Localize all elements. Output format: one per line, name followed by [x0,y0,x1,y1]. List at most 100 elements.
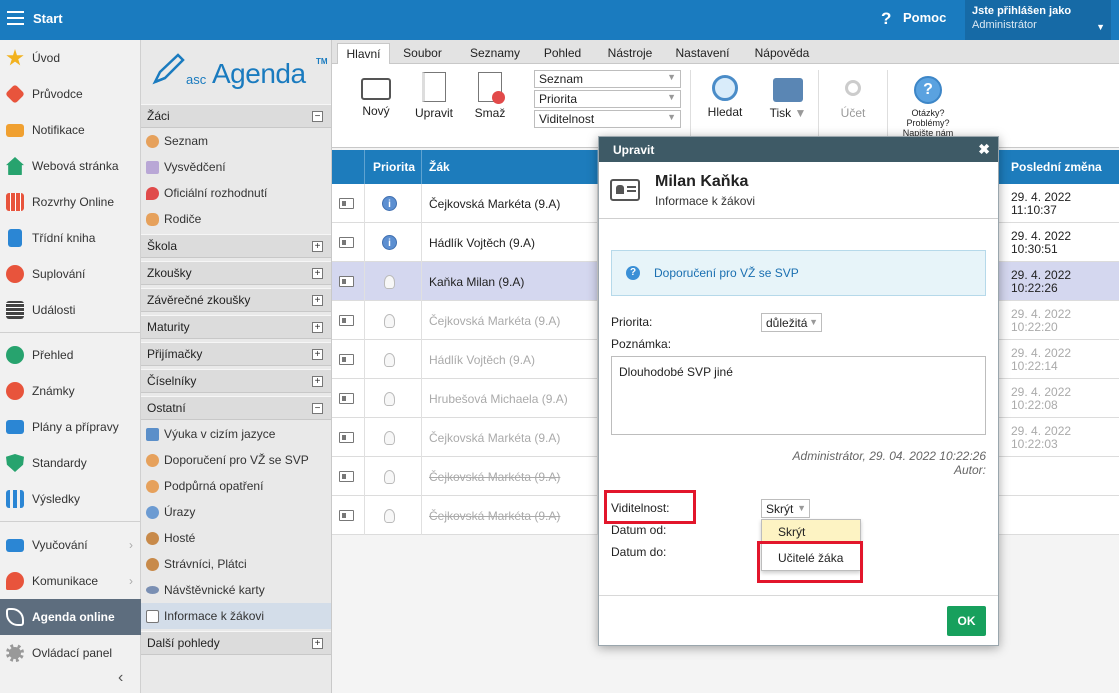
edit-button[interactable]: Upravit [411,72,457,120]
priority-select[interactable]: důležitá ▼ [761,313,822,332]
nav-item-suplovani[interactable]: Suplování [0,256,141,292]
search-button[interactable]: Hledat [704,72,746,119]
question-icon[interactable]: ? [881,9,891,29]
tree-item-doporuceni[interactable]: Doporučení pro VŽ se SVP [141,447,331,473]
nav-item-standardy[interactable]: Standardy [0,445,141,481]
tree-item-vyuka-cizi-jazyk[interactable]: Výuka v cizím jazyce [141,421,331,447]
nav-item-plany[interactable]: Plány a přípravy [0,409,141,445]
chevron-down-icon[interactable]: ▼ [795,106,807,120]
tree-item-informace-k-zakovi[interactable]: Informace k žákovi [141,603,331,629]
shield-icon [6,454,24,472]
student-name: Čejkovská Markéta (9.A) [429,469,561,484]
tree-item-podpurna-opatreni[interactable]: Podpůrná opatření [141,473,331,499]
last-change-cell [1001,496,1119,535]
nav-item-prehled[interactable]: Přehled [0,337,141,373]
tree-item-hoste[interactable]: Hosté [141,525,331,551]
tree-item-urazy[interactable]: Úrazy [141,499,331,525]
ribbon-separator [818,70,819,140]
lightbulb-icon [384,313,395,328]
expand-icon[interactable]: + [312,295,323,306]
tree-section-skola[interactable]: Škola + [141,234,331,258]
nav-label: Ovládací panel [32,646,113,660]
nav-label: Výsledky [32,492,81,506]
expand-icon[interactable]: + [312,638,323,649]
dialog-footer-divider [599,595,998,596]
collapse-icon[interactable]: − [312,403,323,414]
tree-section-zaverecne-zkousky[interactable]: Závěrečné zkoušky + [141,288,331,312]
tab-napoveda[interactable]: Nápověda [748,43,816,64]
book-icon [8,229,22,247]
pen-logo-icon [152,53,185,85]
visibility-select-value: Skrýt [766,502,794,516]
delete-button[interactable]: Smaž [473,72,507,120]
tree-section-prijimacky[interactable]: Přijímačky + [141,342,331,366]
nav-item-vysledky[interactable]: Výsledky [0,481,141,517]
nav-item-tridni-kniha[interactable]: Třídní kniha [0,220,141,256]
start-label[interactable]: Start [33,11,63,26]
nav-item-notifikace[interactable]: Notifikace [0,112,141,148]
nav-item-uvod[interactable]: Úvod [0,40,141,76]
tree-section-maturity[interactable]: Maturity + [141,315,331,339]
tree-item-rodice[interactable]: Rodiče [141,206,331,232]
print-button[interactable]: Tisk ▼ [764,72,812,120]
tab-hlavni[interactable]: Hlavní [337,43,390,64]
delete-label: Smaž [474,106,506,120]
hamburger-menu-icon[interactable] [7,11,24,25]
expand-icon[interactable]: + [312,241,323,252]
tree-item-navstevnicke-karty[interactable]: Návštěvnické karty [141,577,331,603]
collapse-nav-icon[interactable]: ‹ [118,669,123,687]
tree-item-vysvedceni[interactable]: Vysvědčení [141,154,331,180]
visibility-dropdown[interactable]: Viditelnost ▼ [534,110,681,128]
tree-item-oficialni-rozhodnuti[interactable]: Oficiální rozhodnutí [141,180,331,206]
tree-section-dalsi-pohledy[interactable]: Další pohledy + [141,631,331,655]
row-icon-cell [332,496,365,535]
nav-item-komunikace[interactable]: Komunikace › [0,563,141,599]
tab-seznamy[interactable]: Seznamy [460,43,530,64]
collapse-icon[interactable]: − [312,111,323,122]
expand-icon[interactable]: + [312,322,323,333]
section-label: Zkoušky [147,266,192,280]
nav-separator [0,332,141,333]
nav-item-agenda-online[interactable]: Agenda online [0,599,141,635]
chevron-down-icon[interactable]: ▼ [1096,22,1105,32]
tab-nastaveni[interactable]: Nastavení [670,43,735,64]
tab-nastroje[interactable]: Nástroje [600,43,660,64]
nav-label: Přehled [32,348,74,362]
account-button[interactable]: Účet [834,72,872,120]
grid-header-priority[interactable]: Priorita [365,150,422,184]
grid-header-student[interactable]: Žák [422,150,598,184]
expand-icon[interactable]: + [312,349,323,360]
ok-button[interactable]: OK [947,606,986,636]
nav-item-pruvodce[interactable]: Průvodce [0,76,141,112]
nav-item-webova-stranka[interactable]: Webová stránka [0,148,141,184]
grid-header-last-change[interactable]: Poslední změna [1001,150,1119,184]
nav-label: Komunikace [32,574,99,588]
nav-item-ovladaci-panel[interactable]: Ovládací panel [0,635,141,671]
magic-wand-icon [5,84,25,104]
person-icon [146,479,159,493]
nav-item-rozvrhy[interactable]: Rozvrhy Online [0,184,141,220]
priority-dropdown[interactable]: Priorita ▼ [534,90,681,108]
user-menu[interactable]: Jste přihlášen jako Administrátor ▼ [965,0,1111,40]
expand-icon[interactable]: + [312,268,323,279]
tab-pohled[interactable]: Pohled [535,43,590,64]
questions-button[interactable]: ? Otázky? Problémy? Napište nám [899,72,957,138]
note-textarea[interactable]: Dlouhodobé SVP jiné [611,356,986,435]
nav-item-vyucovani[interactable]: Vyučování › [0,527,141,563]
tree-item-stravnici[interactable]: Strávníci, Plátci [141,551,331,577]
close-icon[interactable]: ✖ [978,141,990,158]
tree-section-ostatni[interactable]: Ostatní − [141,396,331,420]
nav-item-udalosti[interactable]: Události [0,292,141,328]
tree-section-zaci[interactable]: Žáci − [141,104,331,128]
help-link[interactable]: Pomoc [903,10,946,25]
tree-section-zkousky[interactable]: Zkoušky + [141,261,331,285]
new-button[interactable]: Nový [356,72,396,118]
visibility-select[interactable]: Skrýt ▼ [761,499,810,518]
nav-label: Události [32,303,76,317]
nav-item-znamky[interactable]: Známky [0,373,141,409]
tab-soubor[interactable]: Soubor [396,43,449,64]
expand-icon[interactable]: + [312,376,323,387]
tree-section-ciselniky[interactable]: Číselníky + [141,369,331,393]
tree-item-seznam[interactable]: Seznam [141,128,331,154]
list-dropdown[interactable]: Seznam ▼ [534,70,681,88]
